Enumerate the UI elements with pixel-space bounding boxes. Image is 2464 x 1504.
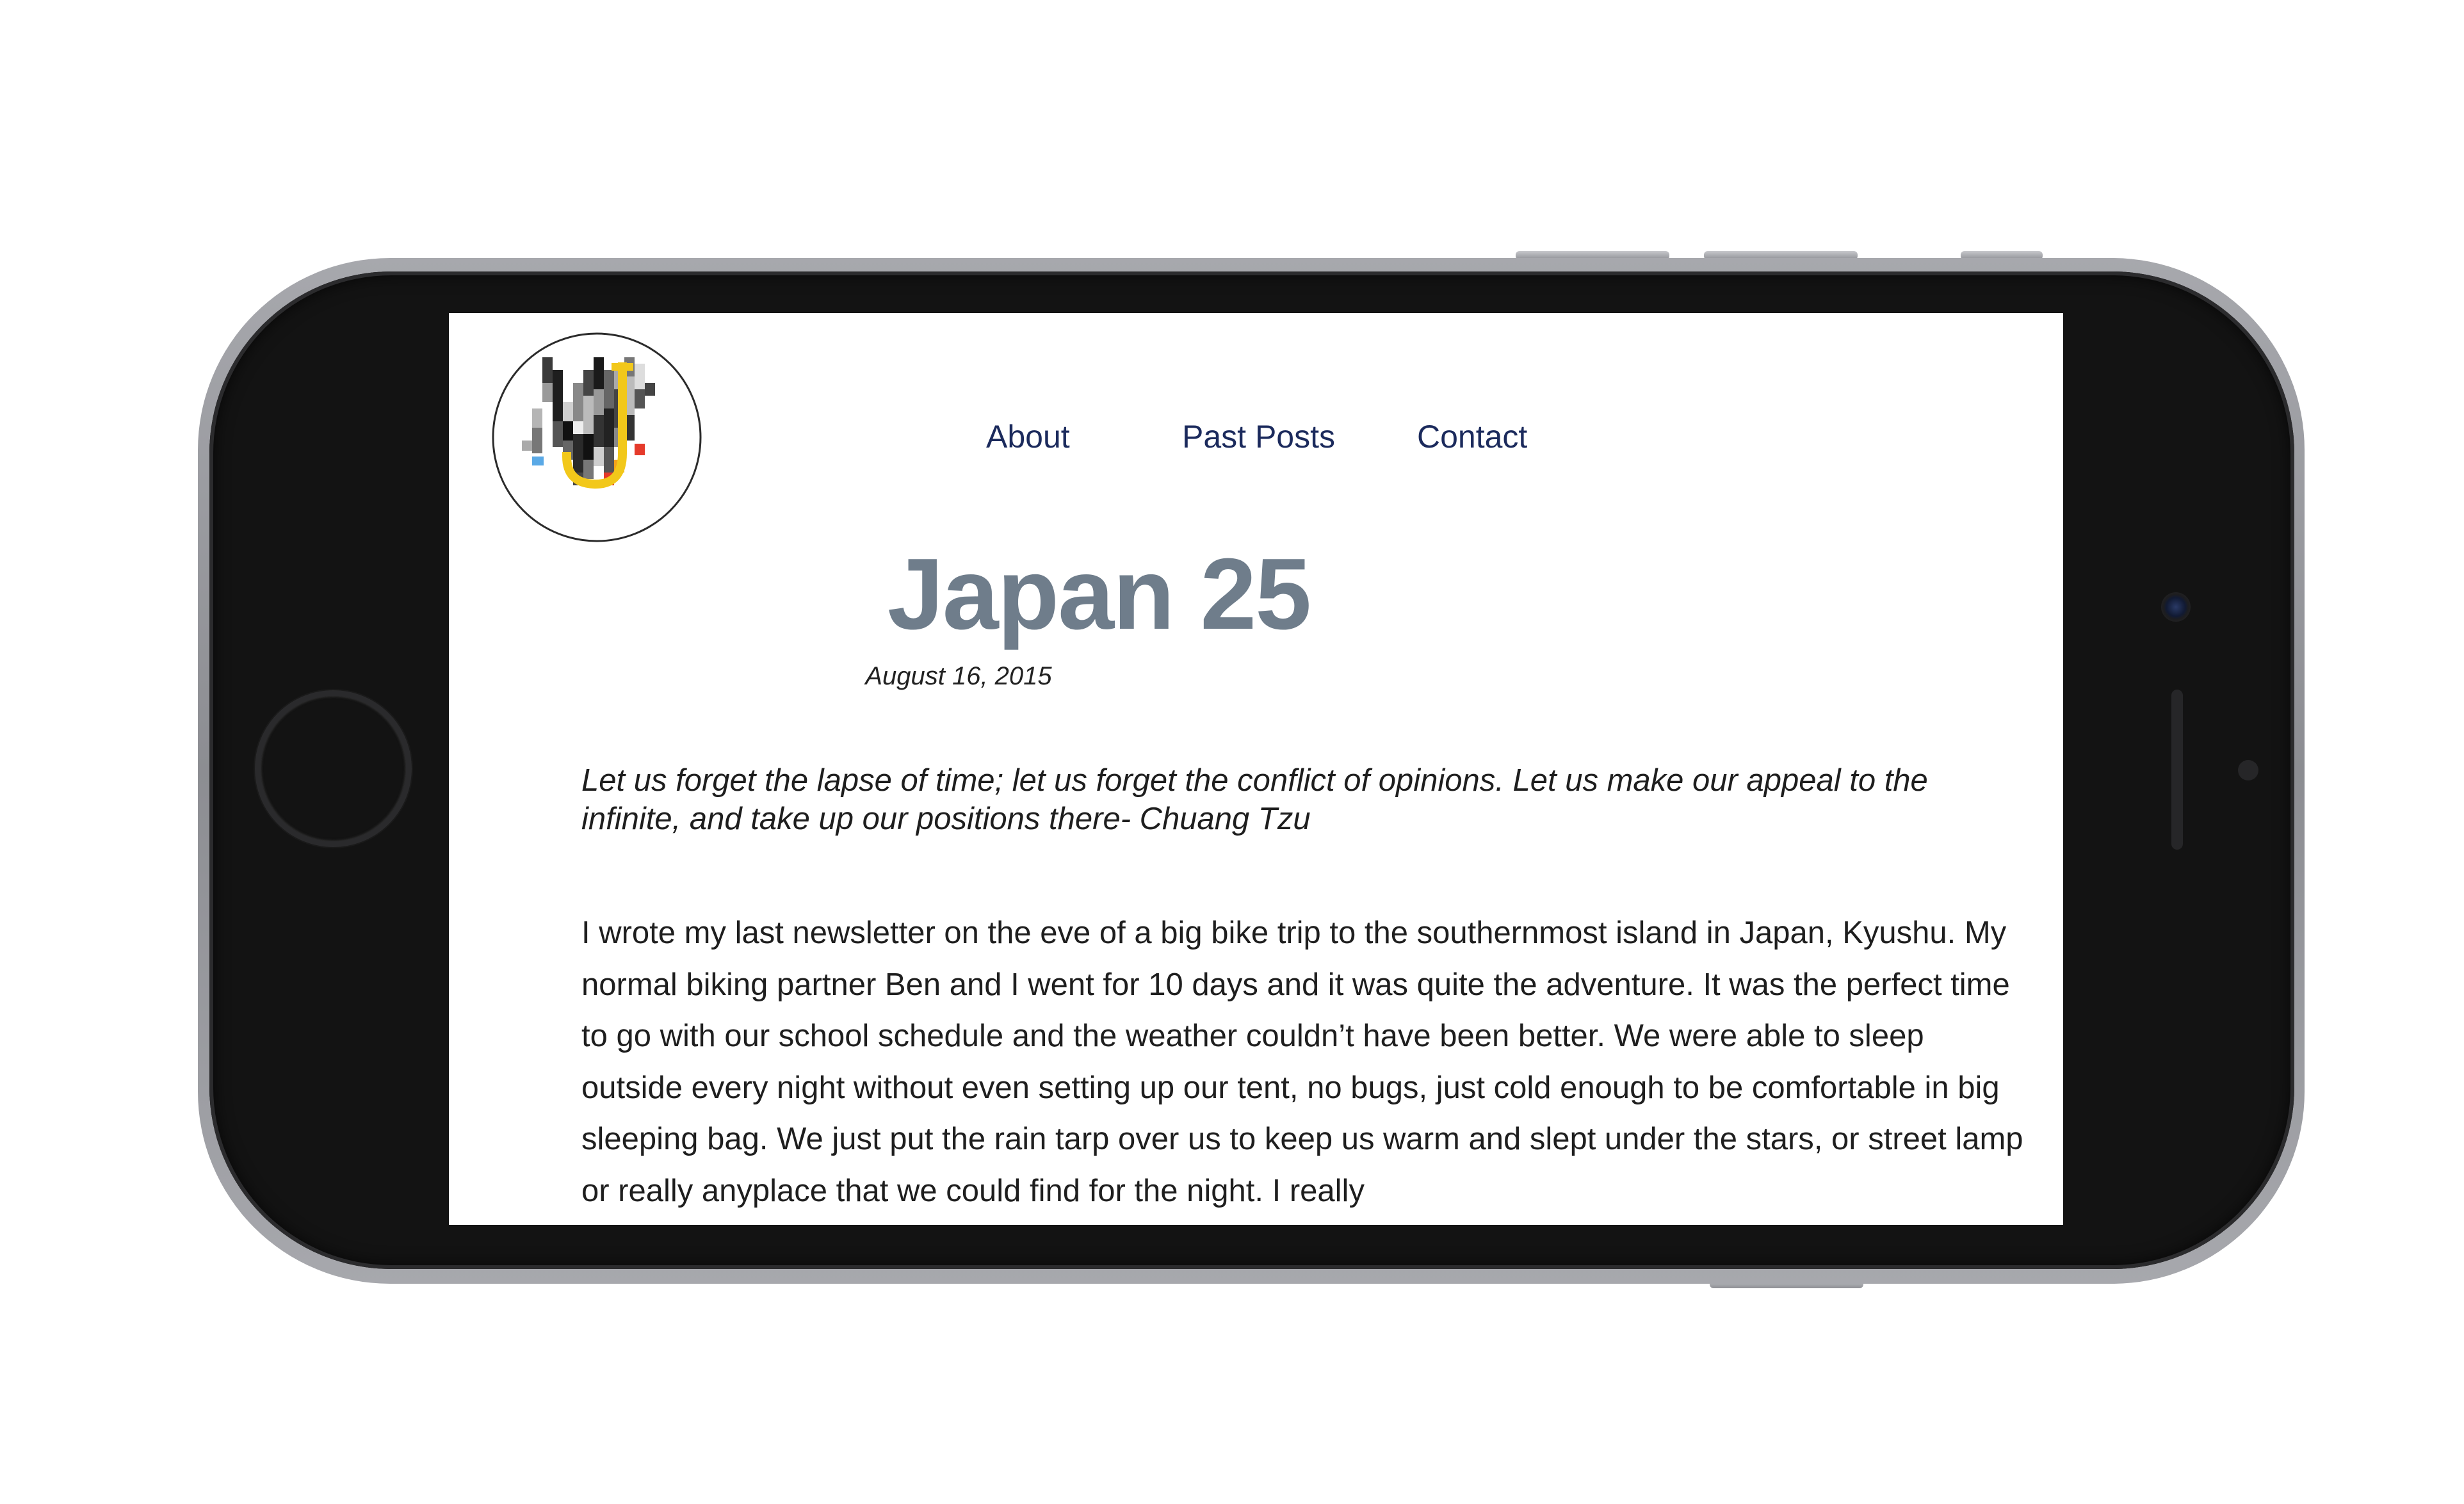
nav-about-link[interactable]: About bbox=[986, 418, 1070, 455]
nav-contact-link[interactable]: Contact bbox=[1417, 418, 1527, 455]
post-body: I wrote my last newsletter on the eve of… bbox=[581, 916, 2023, 1208]
post-date: August 16, 2015 bbox=[865, 662, 1052, 690]
proximity-sensor bbox=[2238, 760, 2258, 780]
front-camera-icon bbox=[2161, 592, 2191, 622]
device-mockup: About Past Posts Contact Japan 25 August… bbox=[0, 0, 2464, 1504]
post-title: Japan 25 bbox=[887, 538, 1311, 651]
earpiece-speaker bbox=[2171, 690, 2183, 850]
post-quote: Let us forget the lapse of time; let us … bbox=[581, 763, 1928, 836]
nav-past-posts-link[interactable]: Past Posts bbox=[1182, 418, 1335, 455]
main-nav: About Past Posts Contact bbox=[449, 418, 1527, 457]
home-button bbox=[255, 690, 412, 847]
phone-screen: About Past Posts Contact Japan 25 August… bbox=[449, 313, 2063, 1225]
